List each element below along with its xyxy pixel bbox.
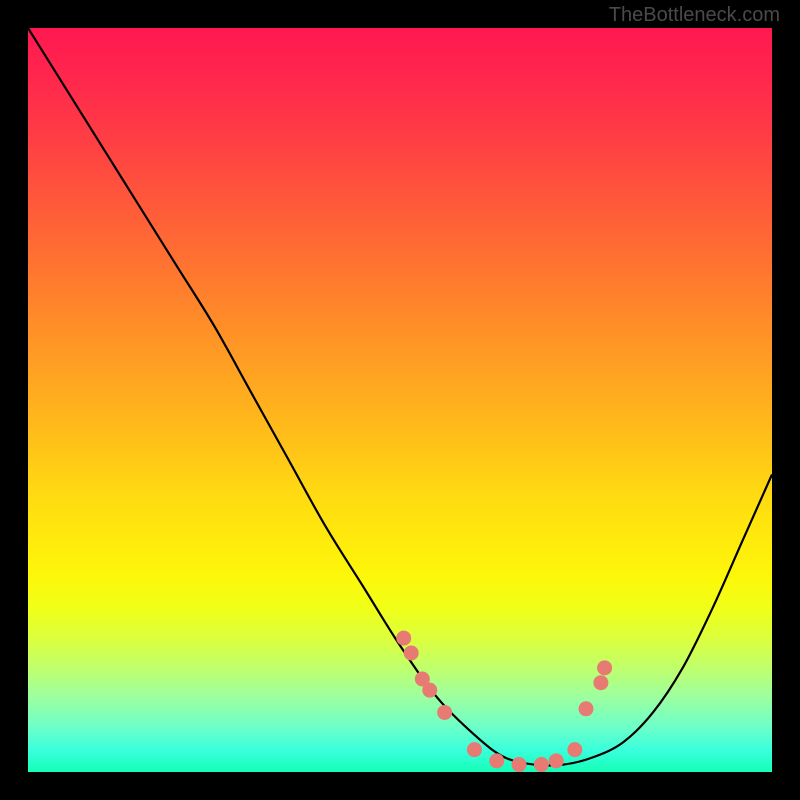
- bottleneck-curve-line: [28, 28, 772, 765]
- chart-svg: [28, 28, 772, 772]
- data-point-marker: [404, 645, 419, 660]
- data-point-marker: [467, 742, 482, 757]
- data-point-marker: [567, 742, 582, 757]
- data-point-marker: [549, 753, 564, 768]
- data-point-marker: [512, 757, 527, 772]
- data-point-marker: [593, 675, 608, 690]
- data-point-markers: [396, 631, 612, 772]
- data-point-marker: [579, 701, 594, 716]
- data-point-marker: [422, 683, 437, 698]
- watermark-text: TheBottleneck.com: [609, 4, 780, 27]
- data-point-marker: [396, 631, 411, 646]
- chart-plot-area: [28, 28, 772, 772]
- data-point-marker: [597, 660, 612, 675]
- data-point-marker: [489, 753, 504, 768]
- data-point-marker: [534, 757, 549, 772]
- data-point-marker: [437, 705, 452, 720]
